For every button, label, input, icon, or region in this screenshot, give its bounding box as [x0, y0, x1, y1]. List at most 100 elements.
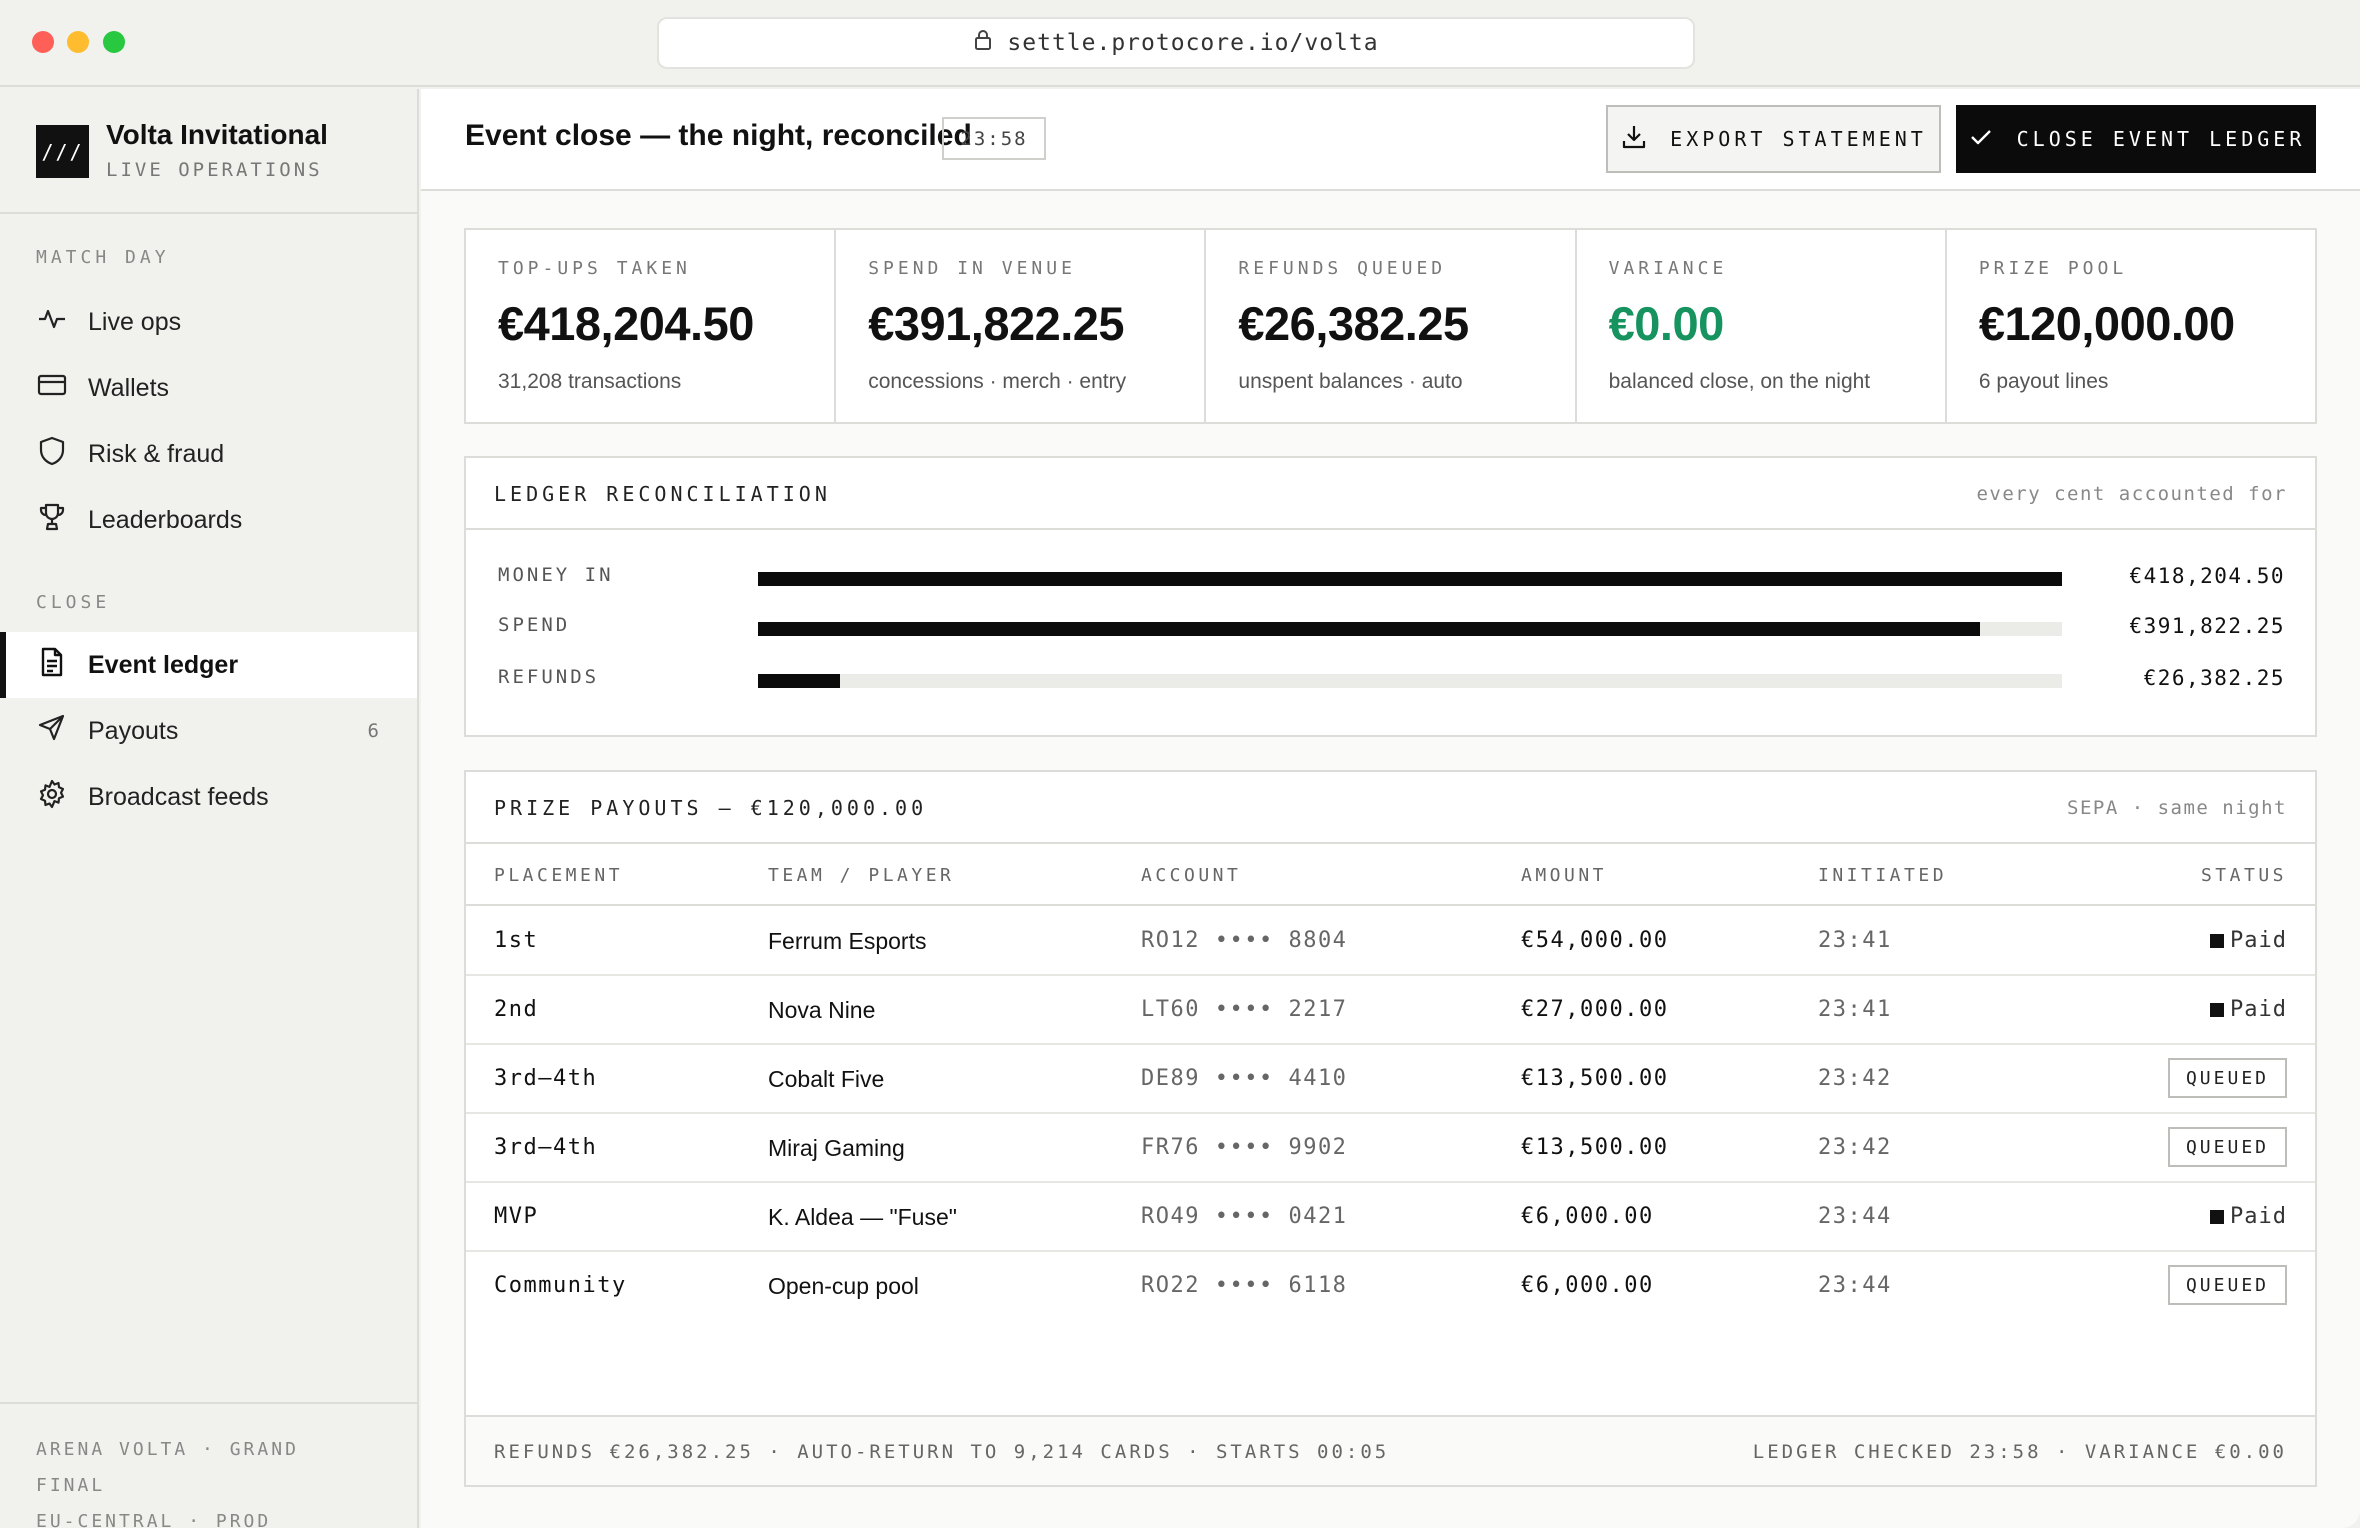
cell-account: RO12 •••• 8804 [1141, 928, 1348, 953]
column-header-account[interactable]: ACCOUNT [1141, 865, 1241, 886]
refund-summary: REFUNDS €26,382.25 · AUTO-RETURN TO 9,21… [494, 1441, 1390, 1463]
sidebar-item-broadcast-feeds[interactable]: Broadcast feeds [0, 764, 417, 830]
sidebar-item-wallets[interactable]: Wallets [0, 355, 417, 421]
cell-amount: €6,000.00 [1521, 1273, 1654, 1298]
shield-icon [36, 435, 68, 474]
app-window: settle.protocore.io/volta /// Volta Invi… [0, 0, 2360, 1528]
brand: /// Volta Invitational LIVE OPERATIONS [0, 89, 417, 214]
table-row[interactable]: 3rd–4th Miraj Gaming FR76 •••• 9902 €13,500… [466, 1115, 2315, 1183]
sidebar-item-label: Broadcast feeds [88, 782, 269, 811]
region-line: EU-CENTRAL · PROD [36, 1511, 272, 1528]
table-header: PLACEMENT TEAM / PLAYER ACCOUNT AMOUNT I… [466, 844, 2315, 906]
cell-placement: MVP [494, 1204, 539, 1229]
column-header-status[interactable]: STATUS [2201, 865, 2287, 886]
pulse-icon [36, 303, 68, 342]
stat-value: €418,204.50 [498, 297, 754, 350]
status-paid: Paid [2210, 997, 2287, 1022]
trophy-icon [36, 501, 68, 540]
status-label: Paid [2230, 928, 2287, 953]
recon-row-refunds: REFUNDS €26,382.25 [466, 660, 2315, 700]
recon-bar-track [758, 622, 2062, 636]
panel-aside: every cent accounted for [1976, 483, 2287, 505]
recon-amount: €418,204.50 [2129, 564, 2285, 588]
panel-header: LEDGER RECONCILIATION every cent account… [466, 458, 2315, 530]
check-icon [1967, 123, 1995, 156]
cell-amount: €27,000.00 [1521, 997, 1669, 1022]
gear-icon [36, 778, 68, 817]
sidebar-item-risk-fraud[interactable]: Risk & fraud [0, 421, 417, 487]
recon-bar-track [758, 674, 2062, 688]
panel-header: PRIZE PAYOUTS — €120,000.00 SEPA · same … [466, 772, 2315, 844]
recon-bar-fill [758, 622, 1980, 636]
status-queued-badge: QUEUED [2167, 1265, 2287, 1305]
stat-note: 6 payout lines [1978, 370, 2109, 393]
url-text: settle.protocore.io/volta [1007, 30, 1379, 56]
recon-bar-fill [758, 572, 2062, 586]
cell-account: FR76 •••• 9902 [1141, 1135, 1348, 1160]
stat-value: €391,822.25 [868, 297, 1125, 350]
cell-account: RO49 •••• 0421 [1141, 1204, 1348, 1229]
cell-initiated: 23:42 [1818, 1135, 1892, 1160]
column-header-amount[interactable]: AMOUNT [1521, 865, 1607, 886]
status-queued-badge: QUEUED [2167, 1127, 2287, 1167]
stat-card-refunds: REFUNDS QUEUED €26,382.25 unspent balanc… [1206, 230, 1577, 422]
stat-value: €120,000.00 [1978, 297, 2235, 350]
column-header-initiated[interactable]: INITIATED [1818, 865, 1947, 886]
status-label: Paid [2230, 1204, 2287, 1229]
sidebar-item-label: Event ledger [88, 650, 239, 679]
sidebar-item-label: Risk & fraud [88, 439, 225, 468]
cell-account: DE89 •••• 4410 [1141, 1066, 1348, 1091]
stat-label: TOP-UPS TAKEN [498, 258, 691, 279]
recon-label: REFUNDS [498, 666, 600, 688]
stat-card-prize-pool: PRIZE POOL €120,000.00 6 payout lines [1947, 230, 2315, 422]
main-content: Event close — the night, reconciled 23:5… [421, 89, 2360, 1528]
stat-label: PRIZE POOL [1978, 258, 2128, 279]
paid-indicator-icon [2210, 1002, 2225, 1017]
stat-card-spend: SPEND IN VENUE €391,822.25 concessions ·… [836, 230, 1207, 422]
stat-value: €0.00 [1608, 297, 1725, 350]
sidebar-item-event-ledger[interactable]: Event ledger [0, 632, 417, 698]
cell-initiated: 23:44 [1818, 1204, 1892, 1229]
cell-team: Miraj Gaming [768, 1135, 905, 1161]
card-icon [36, 369, 68, 408]
section-label-close: CLOSE [36, 592, 111, 613]
recon-bar-fill [758, 674, 841, 688]
sidebar-item-payouts[interactable]: Payouts 6 [0, 698, 417, 764]
cell-team: Open-cup pool [768, 1273, 919, 1299]
brand-name: Volta Invitational [106, 119, 328, 150]
stat-value: €26,382.25 [1238, 297, 1469, 350]
sidebar-item-leaderboards[interactable]: Leaderboards [0, 487, 417, 553]
close-window-button[interactable] [32, 31, 54, 53]
table-row[interactable]: 3rd–4th Cobalt Five DE89 •••• 4410 €13,500.… [466, 1046, 2315, 1114]
stat-note: 31,208 transactions [498, 370, 682, 393]
table-row[interactable]: MVP K. Aldea — "Fuse" RO49 •••• 0421 €6,000… [466, 1184, 2315, 1252]
recon-label: MONEY IN [498, 564, 614, 586]
sidebar-item-live-ops[interactable]: Live ops [0, 289, 417, 355]
cell-initiated: 23:41 [1818, 997, 1892, 1022]
table-row[interactable]: 1st Ferrum Esports RO12 •••• 8804 €54,000.0… [466, 908, 2315, 976]
export-statement-button[interactable]: EXPORT STATEMENT [1606, 105, 1941, 173]
stat-card-topups: TOP-UPS TAKEN €418,204.50 31,208 transac… [466, 230, 837, 422]
cell-placement: 2nd [494, 997, 539, 1022]
table-row[interactable]: 2nd Nova Nine LT60 •••• 2217 €27,000.00 23:4… [466, 977, 2315, 1045]
recon-row-money-in: MONEY IN €418,204.50 [466, 558, 2315, 598]
stat-note: concessions · merch · entry [868, 370, 1127, 393]
table-row[interactable]: Community Open-cup pool RO22 •••• 6118 €6,0… [466, 1253, 2315, 1321]
status-label: Paid [2230, 997, 2287, 1022]
cell-placement: 3rd–4th [494, 1066, 598, 1091]
status-paid: Paid [2210, 1204, 2287, 1229]
title-bar: settle.protocore.io/volta [0, 0, 2360, 87]
status-queued-badge: QUEUED [2167, 1058, 2287, 1098]
column-header-team[interactable]: TEAM / PLAYER [768, 865, 954, 886]
column-header-placement[interactable]: PLACEMENT [494, 865, 623, 886]
maximize-window-button[interactable] [103, 31, 125, 53]
stat-cards: TOP-UPS TAKEN €418,204.50 31,208 transac… [464, 228, 2317, 424]
paid-indicator-icon [2210, 1209, 2225, 1224]
close-event-ledger-button[interactable]: CLOSE EVENT LEDGER [1956, 105, 2316, 173]
status-paid: Paid [2210, 928, 2287, 953]
lock-icon [973, 29, 993, 57]
address-bar[interactable]: settle.protocore.io/volta [657, 17, 1695, 69]
recon-bar-track [758, 572, 2062, 586]
minimize-window-button[interactable] [67, 31, 89, 53]
cell-team: Cobalt Five [768, 1066, 885, 1092]
